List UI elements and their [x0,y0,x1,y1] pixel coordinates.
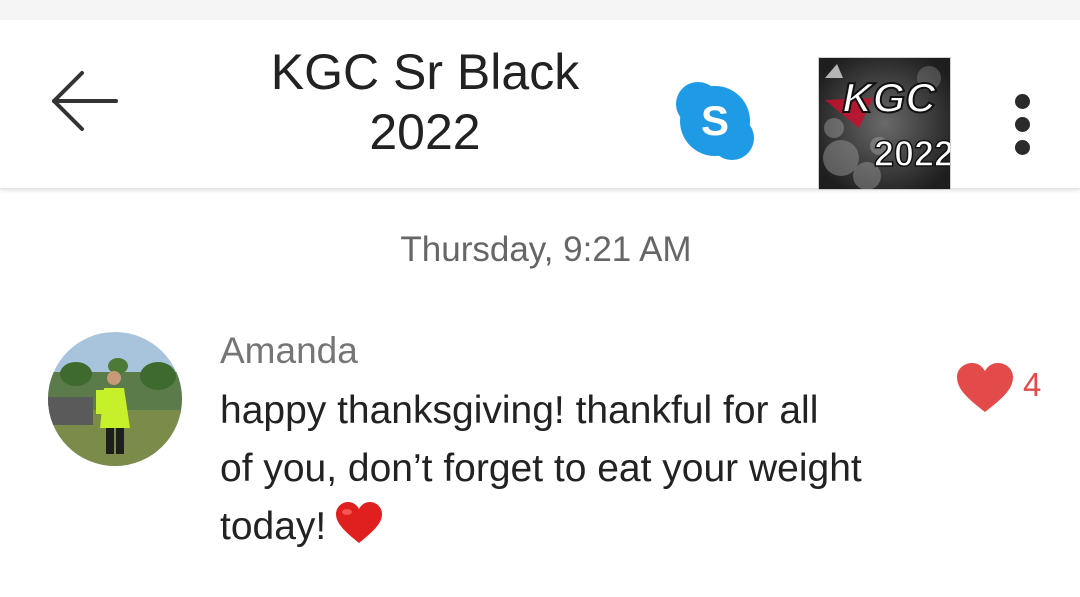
arrow-left-icon [52,71,118,131]
skype-call-button[interactable]: S [672,78,758,164]
group-avatar-logo-text: KGC [842,74,936,121]
more-options-button[interactable] [1000,88,1046,162]
reaction-button[interactable]: 4 [955,358,1055,418]
message-line: today! [220,505,327,548]
message-text: happy thanksgiving! thankful for all of … [220,382,940,562]
reaction-count: 4 [1023,366,1042,403]
back-button[interactable] [40,64,130,138]
heart-emoji-icon [334,501,384,562]
heart-icon [957,363,1013,412]
date-separator: Thursday, 9:21 AM [400,230,692,269]
kgc-logo-image: KGC 2022 [819,58,950,189]
skype-icon-letter: S [701,97,729,144]
chat-title-line1: KGC Sr Black [270,44,580,100]
message-line: of you, don’t forget to eat your weight [220,447,862,490]
chat-title-line2: 2022 [369,104,481,160]
sender-avatar[interactable] [48,332,182,466]
message-line: happy thanksgiving! thankful for all [220,389,819,432]
skype-icon: S [676,82,754,160]
chat-header: KGC Sr Black 2022 S KGC 2022 [0,20,1080,190]
chat-title: KGC Sr Black 2022 [240,42,610,162]
group-avatar-year-text: 2022 [874,133,950,174]
status-bar [0,0,1080,20]
sender-name: Amanda [220,330,358,371]
sender-photo [48,332,182,466]
group-avatar[interactable]: KGC 2022 [818,57,951,190]
